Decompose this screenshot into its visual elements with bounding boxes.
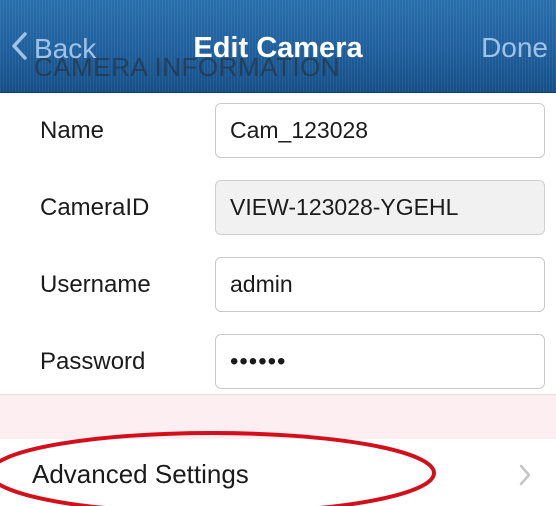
camera-id-field: VIEW-123028-YGEHL <box>215 180 545 235</box>
username-label: Username <box>40 271 151 298</box>
chevron-right-icon <box>518 463 532 492</box>
navigation-bar: CAMERA INFORMATION Back Edit Camera Done <box>0 0 556 93</box>
page-title: Edit Camera <box>193 32 363 64</box>
edit-camera-screen: CAMERA INFORMATION Back Edit Camera Done… <box>0 0 556 506</box>
name-label: Name <box>40 117 105 144</box>
camera-id-label: CameraID <box>40 194 150 221</box>
form-row-username: Username admin <box>0 246 556 323</box>
form-row-password: Password •••••• <box>0 323 556 400</box>
form-row-name: Name Cam_123028 <box>0 92 556 169</box>
advanced-settings-label: Advanced Settings <box>32 459 249 489</box>
name-field[interactable]: Cam_123028 <box>215 103 545 158</box>
done-button[interactable]: Done <box>481 32 548 64</box>
form-row-camera-id: CameraID VIEW-123028-YGEHL <box>0 169 556 246</box>
password-label: Password <box>40 348 146 375</box>
advanced-settings-row[interactable]: Advanced Settings <box>0 439 556 506</box>
username-field[interactable]: admin <box>215 257 545 312</box>
password-field[interactable]: •••••• <box>215 334 545 389</box>
section-separator <box>0 394 556 440</box>
